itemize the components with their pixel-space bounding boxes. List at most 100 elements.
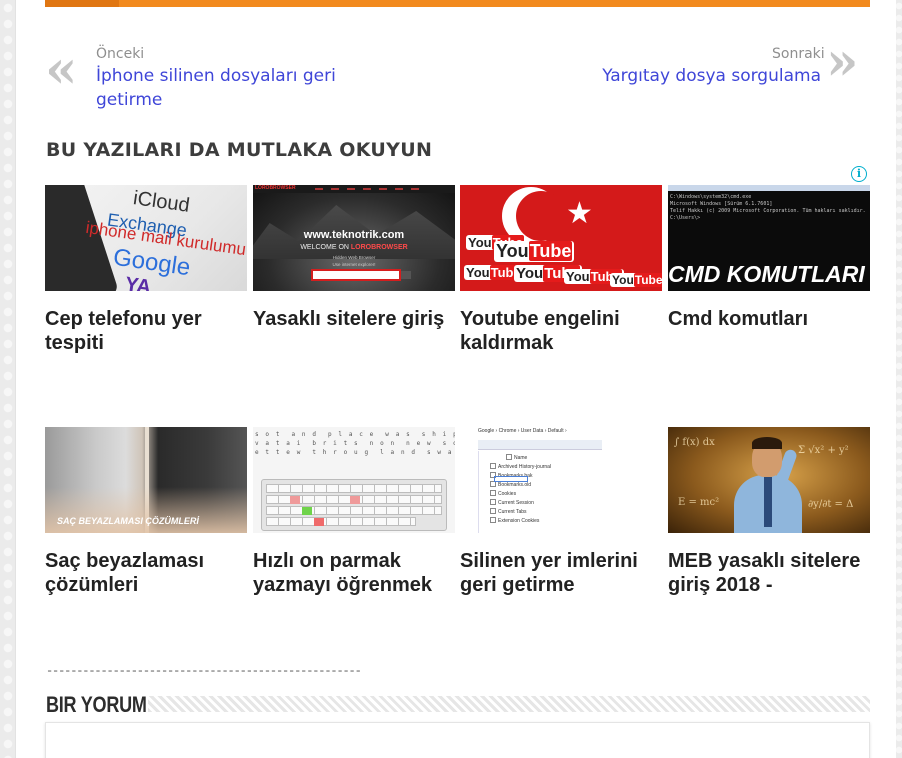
- thumb-search-button: [401, 271, 411, 279]
- related-post-card[interactable]: ★ YouTube YouTube YouTube YouTube YouTub…: [460, 185, 662, 355]
- related-post-card[interactable]: SAÇ BEYAZLAMASI ÇÖZÜMLERİ Saç beyazlamas…: [45, 427, 247, 597]
- accent-bar-tab: [45, 0, 119, 7]
- thumb-text: v a t a i b r i t s n o n n e w s o l a …: [255, 440, 455, 447]
- prev-post-label: Önceki: [96, 46, 145, 62]
- related-post-card[interactable]: C:\Windows\system32\cmd.exe Microsoft Win…: [668, 185, 870, 331]
- thumb-text: Σ √x² + y²: [798, 445, 849, 456]
- thumb-text: You: [566, 269, 590, 284]
- post-thumbnail[interactable]: LOROBROWSER www.teknotrik.com WELCOME ON…: [253, 185, 455, 291]
- related-post-card[interactable]: LOROBROWSER www.teknotrik.com WELCOME ON…: [253, 185, 455, 331]
- thumb-toolbar: [478, 440, 602, 450]
- thumb-text: C:\Users\>: [670, 215, 701, 221]
- thumb-text: YA: [123, 273, 153, 291]
- double-chevron-left-icon[interactable]: «: [45, 44, 78, 96]
- keyboard-key-highlight: [290, 496, 300, 504]
- related-post-card[interactable]: iCloud Exchange iphone mail kurulumu Goo…: [45, 185, 247, 355]
- thumb-selection: [494, 476, 528, 482]
- related-post-title[interactable]: Youtube engelini kaldırmak: [460, 307, 662, 355]
- thumb-text: Archived History-journal: [490, 463, 551, 470]
- heading-stripe: [148, 696, 870, 712]
- post-thumbnail[interactable]: C:\Windows\system32\cmd.exe Microsoft Win…: [668, 185, 870, 291]
- keyboard-key-highlight: [302, 507, 312, 515]
- thumb-text: Google › Chrome › User Data › Default ›: [478, 428, 567, 434]
- thumb-text: Extension Cookies: [490, 517, 539, 524]
- related-post-title[interactable]: Saç beyazlaması çözümleri: [45, 549, 247, 597]
- thumb-text: Hidden Web Browser: [332, 255, 376, 260]
- keyboard-key-highlight: [314, 518, 324, 526]
- double-chevron-right-icon[interactable]: »: [826, 36, 859, 88]
- thumb-text: Current Session: [490, 499, 534, 506]
- thumb-text: You: [466, 265, 490, 280]
- thumb-text: Bookmarks.old: [490, 481, 531, 488]
- post-thumbnail[interactable]: ★ YouTube YouTube YouTube YouTube YouTub…: [460, 185, 662, 291]
- keyboard-key-highlight: [350, 496, 360, 504]
- thumb-text: You: [516, 265, 544, 282]
- next-post-label: Sonraki: [772, 46, 825, 62]
- thumb-text: You: [496, 241, 529, 261]
- youtube-logo: YouTube: [610, 273, 662, 287]
- post-thumbnail[interactable]: s o t a n d p l a c e w a s s h i p s a …: [253, 427, 455, 533]
- thumb-menu-items: [315, 188, 425, 190]
- info-icon[interactable]: i: [851, 166, 867, 182]
- thumb-text: You: [612, 273, 634, 287]
- related-post-title[interactable]: Silinen yer imlerini geri getirme: [460, 549, 662, 597]
- thumb-text: s o t a n d p l a c e w a s s h i p s a …: [255, 431, 455, 438]
- thumb-text: Name: [506, 454, 527, 461]
- thumb-text: LOROBROWSER: [255, 185, 296, 191]
- dotted-page-edge-right: [896, 0, 902, 758]
- thumb-typing-text: s o t a n d p l a c e w a s s h i p s a …: [255, 430, 455, 457]
- thumb-text: e t t e w t h r o u g l a n d s w a r n: [255, 449, 455, 456]
- next-post-link[interactable]: Yargıtay dosya sorgulama: [602, 64, 821, 88]
- post-footer-accent-bar: [45, 0, 870, 7]
- thumb-text: SAÇ BEYAZLAMASI ÇÖZÜMLERİ: [57, 516, 199, 526]
- thumb-text: Cookies: [490, 490, 516, 497]
- thumb-text: WELCOME ON: [300, 244, 351, 251]
- comments-heading: BIR YORUM: [46, 692, 147, 717]
- thumb-text: LOROBROWSER: [350, 244, 408, 251]
- post-thumbnail[interactable]: Google › Chrome › User Data › Default › …: [460, 427, 662, 533]
- thumb-skin: [45, 487, 247, 533]
- thumb-text: Microsoft Windows [Sürüm 6.1.7601]: [670, 201, 773, 207]
- post-thumbnail[interactable]: iCloud Exchange iphone mail kurulumu Goo…: [45, 185, 247, 291]
- thumb-text: You: [468, 235, 492, 250]
- keyboard-row: [266, 517, 416, 526]
- related-post-card[interactable]: s o t a n d p l a c e w a s s h i p s a …: [253, 427, 455, 597]
- related-post-title[interactable]: Cmd komutları: [668, 307, 870, 331]
- post-thumbnail[interactable]: ∫ f(x) dx Σ √x² + y² E = mc² ∂y/∂t = Δ: [668, 427, 870, 533]
- related-post-card[interactable]: Google › Chrome › User Data › Default › …: [460, 427, 662, 597]
- thumb-text: E = mc²: [678, 497, 720, 508]
- related-post-card[interactable]: ∫ f(x) dx Σ √x² + y² E = mc² ∂y/∂t = Δ M…: [668, 427, 870, 597]
- related-post-title[interactable]: Hızlı on parmak yazmayı öğrenmek: [253, 549, 455, 597]
- related-post-title[interactable]: Cep telefonu yer tespiti: [45, 307, 247, 355]
- thumb-console-lines: C:\Windows\system32\cmd.exe Microsoft Win…: [670, 194, 866, 222]
- thumb-welcome: WELCOME ON LOROBROWSER: [253, 244, 455, 251]
- related-post-title[interactable]: Yasaklı sitelere giriş: [253, 307, 455, 331]
- comment-form-box[interactable]: [45, 722, 870, 758]
- thumb-person-tie: [764, 477, 772, 527]
- thumb-text: C:\Windows\system32\cmd.exe: [670, 194, 752, 200]
- keyboard-row: [266, 506, 442, 515]
- thumb-keyboard: [261, 479, 447, 531]
- post-thumbnail[interactable]: SAÇ BEYAZLAMASI ÇÖZÜMLERİ: [45, 427, 247, 533]
- flag-crescent-cut: [516, 191, 566, 241]
- related-post-title[interactable]: MEB yasaklı sitelere giriş 2018 -: [668, 549, 870, 597]
- youtube-logo: YouTube: [494, 241, 575, 262]
- thumb-person-hair: [752, 437, 782, 449]
- prev-post-link[interactable]: İphone silinen dosyaları geri getirme: [96, 64, 356, 112]
- thumb-menubar: LOROBROWSER: [253, 185, 455, 193]
- dotted-page-edge-left: [0, 0, 16, 758]
- thumb-text: Tube: [528, 241, 573, 261]
- keyboard-row: [266, 484, 442, 493]
- text-divider: ----------------------------------------…: [46, 664, 362, 678]
- related-posts-heading: BU YAZILARI DA MUTLAKA OKUYUN: [46, 139, 433, 161]
- thumb-titlebar: [668, 185, 870, 191]
- thumb-text: ∂y/∂t = Δ: [808, 499, 854, 510]
- thumb-text: CMD KOMUTLARI: [668, 261, 865, 287]
- thumb-text: Current Tabs: [490, 508, 527, 515]
- thumb-text: ∫ f(x) dx: [674, 437, 715, 448]
- thumb-search-box: [311, 269, 401, 281]
- thumb-text: Telif Hakkı (c) 2009 Microsoft Corporati…: [670, 208, 866, 214]
- star-icon: ★: [566, 196, 593, 231]
- thumb-text: www.teknotrik.com: [303, 229, 405, 241]
- thumb-text: Use internet explorer!: [332, 262, 376, 267]
